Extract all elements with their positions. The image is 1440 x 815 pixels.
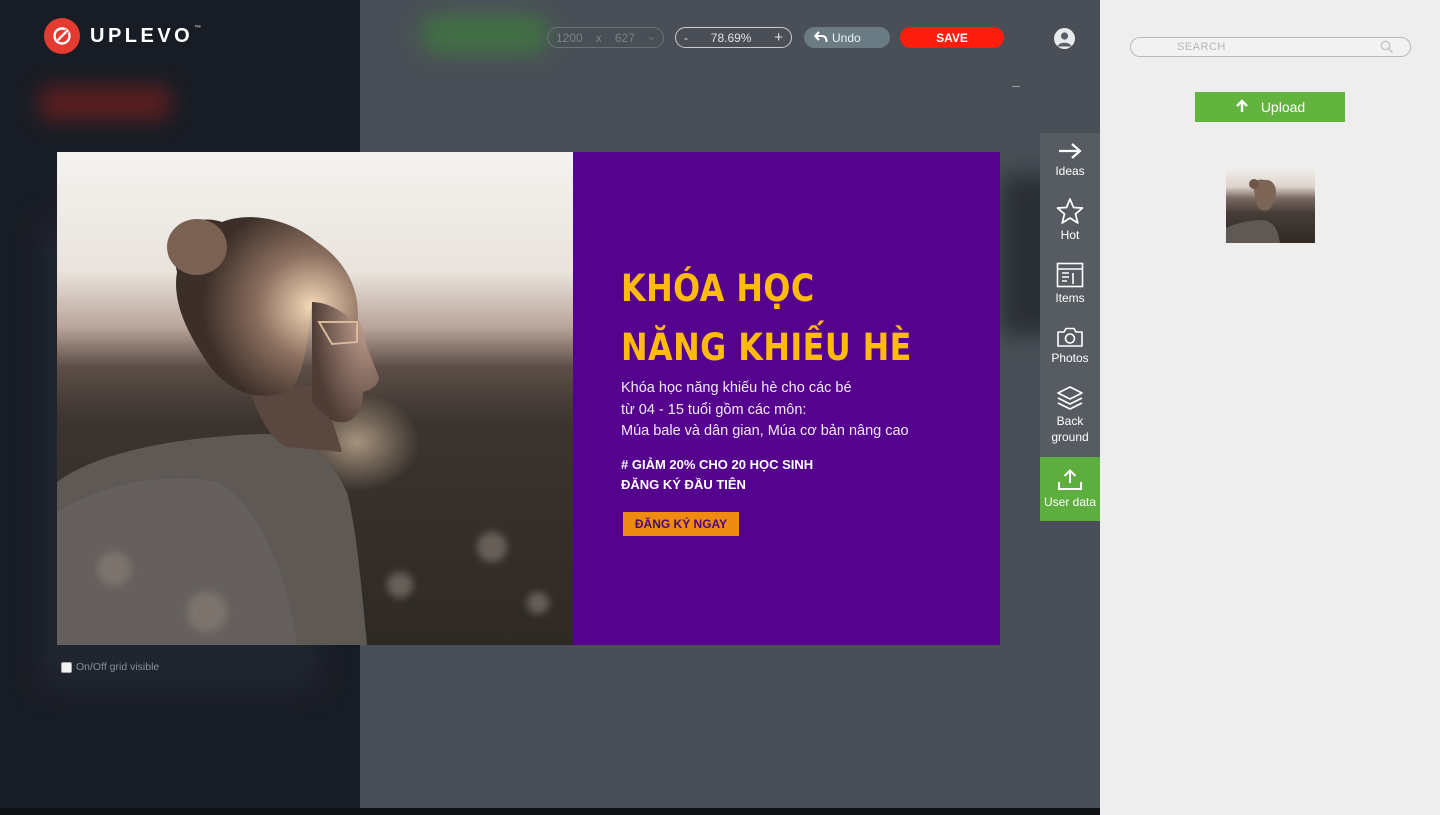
canvas-height[interactable]: 627 xyxy=(615,31,635,45)
size-dropdown-icon[interactable] xyxy=(648,31,655,45)
canvas-promo-line[interactable]: # GIẢM 20% CHO 20 HỌC SINH xyxy=(621,457,813,472)
bokeh xyxy=(187,592,227,632)
zoom-value: 78.69% xyxy=(710,30,752,45)
blurred-button xyxy=(40,86,170,120)
tab-label: Hot xyxy=(1060,228,1080,242)
bokeh xyxy=(97,552,131,586)
tab-photos[interactable]: Photos xyxy=(1040,326,1100,366)
upload-label: Upload xyxy=(1260,99,1306,115)
canvas-body-line[interactable]: từ 04 - 15 tuổi gồm các môn: xyxy=(621,402,806,418)
canvas-headline-2[interactable]: NĂNG KHIẾU HÈ xyxy=(621,326,912,369)
canvas-cta-button[interactable]: ĐĂNG KÝ NGAY xyxy=(623,512,739,536)
canvas-promo-line[interactable]: ĐĂNG KÝ ĐẦU TIÊN xyxy=(621,477,746,492)
size-separator: x xyxy=(595,30,602,45)
canvas-size-control: 1200 x 627 xyxy=(547,27,664,48)
bottom-bar xyxy=(0,808,1100,815)
divider xyxy=(1012,86,1020,87)
canvas-photo[interactable] xyxy=(57,152,573,645)
grid-toggle[interactable]: On/Off grid visible xyxy=(61,661,159,673)
app-logo[interactable]: UPLEVO™ xyxy=(44,18,201,54)
zoom-out-button[interactable]: - xyxy=(684,31,688,45)
search-icon[interactable] xyxy=(1380,40,1394,59)
star-icon xyxy=(1056,197,1084,227)
logo-text: UPLEVO™ xyxy=(90,24,202,47)
tab-label: Back xyxy=(1056,414,1084,428)
undo-label: Undo xyxy=(832,30,861,45)
canvas-headline-1[interactable]: KHÓA HỌC xyxy=(621,267,815,310)
undo-button[interactable]: Undo xyxy=(804,27,890,48)
tab-hot[interactable]: Hot xyxy=(1040,197,1100,243)
woman-silhouette xyxy=(57,217,379,645)
tab-label: User data xyxy=(1043,495,1097,509)
right-panel: Upload xyxy=(1100,0,1440,815)
canvas-width[interactable]: 1200 xyxy=(556,31,583,45)
zoom-in-button[interactable]: + xyxy=(774,29,783,46)
bokeh xyxy=(527,592,549,614)
canvas-color-panel[interactable] xyxy=(573,152,1000,645)
tab-label: ground xyxy=(1051,430,1089,444)
thumbnail-silhouette xyxy=(1226,179,1280,243)
upload-icon xyxy=(1057,468,1083,494)
items-icon xyxy=(1056,262,1084,290)
search-box[interactable] xyxy=(1130,37,1411,57)
tab-ideas[interactable]: Ideas xyxy=(1040,141,1100,179)
logo-mark-icon xyxy=(44,18,80,54)
tab-items[interactable]: Items xyxy=(1040,262,1100,306)
save-button[interactable]: SAVE xyxy=(900,27,1004,48)
arrow-right-icon xyxy=(1057,141,1083,163)
tab-label: Ideas xyxy=(1055,164,1085,178)
user-avatar-icon[interactable] xyxy=(1054,28,1075,49)
canvas-body-line[interactable]: Múa bale và dân gian, Múa cơ bản nâng ca… xyxy=(621,423,909,439)
grid-toggle-label: On/Off grid visible xyxy=(76,661,160,673)
tab-label: Photos xyxy=(1051,351,1089,365)
search-input[interactable] xyxy=(1177,39,1377,55)
bokeh xyxy=(387,572,413,598)
tab-user-data[interactable]: User data xyxy=(1040,457,1100,521)
grid-checkbox[interactable] xyxy=(61,661,72,673)
uploaded-image-thumbnail[interactable] xyxy=(1226,168,1315,243)
layers-icon xyxy=(1056,385,1084,413)
tab-label: Items xyxy=(1055,291,1085,305)
design-canvas[interactable]: KHÓA HỌC NĂNG KHIẾU HÈ Khóa học năng khi… xyxy=(57,152,1000,645)
bokeh xyxy=(477,532,507,562)
upload-button[interactable]: Upload xyxy=(1195,92,1345,122)
tab-background[interactable]: Back ground xyxy=(1040,385,1100,445)
blurred-button xyxy=(420,14,550,54)
canvas-body-line[interactable]: Khóa học năng khiếu hè cho các bé xyxy=(621,380,852,396)
side-tab-bar: Ideas Hot Items Photos Back ground User … xyxy=(1040,133,1100,521)
arrow-up-icon xyxy=(1235,98,1261,116)
zoom-control: - 78.69% + xyxy=(675,27,792,48)
undo-icon xyxy=(813,31,828,46)
camera-icon xyxy=(1056,326,1084,350)
